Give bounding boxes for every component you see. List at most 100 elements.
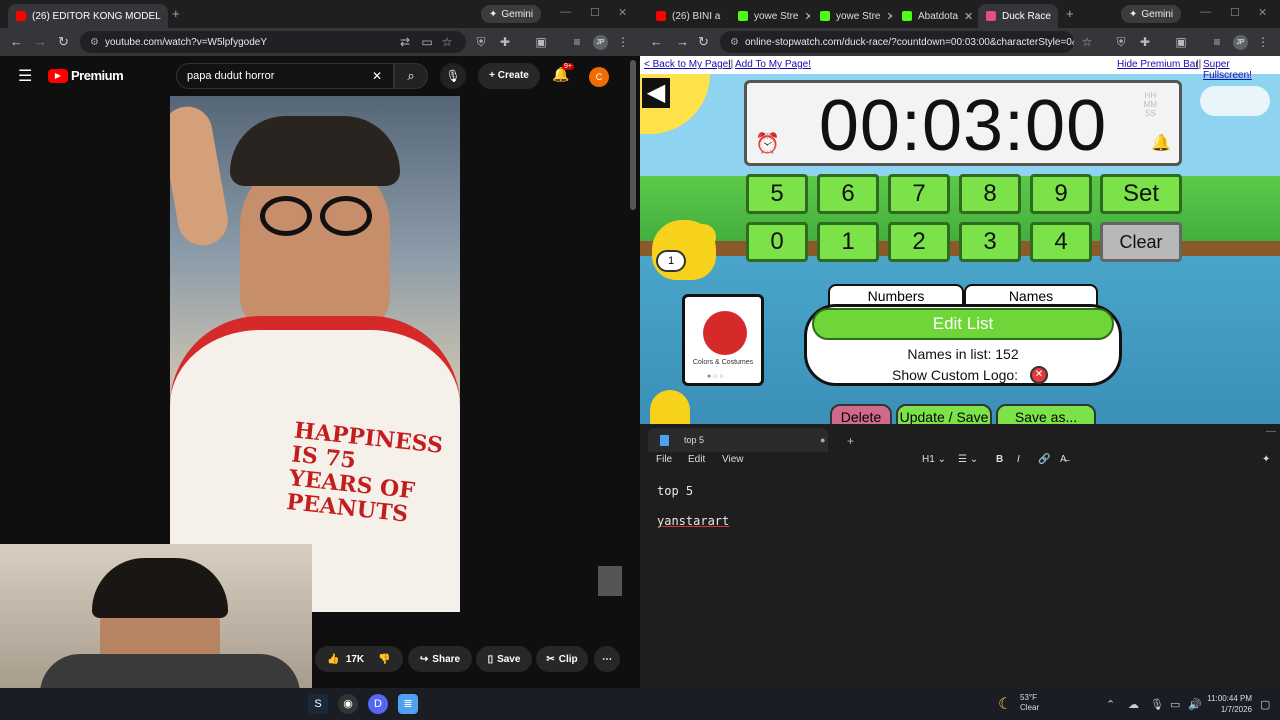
profile-avatar[interactable]: JP <box>1233 35 1248 50</box>
page-scrollbar[interactable] <box>630 60 636 210</box>
clock[interactable]: 11:00:44 PM 1/7/2026 <box>1206 693 1252 715</box>
edit-list-button[interactable]: Edit List <box>812 308 1114 340</box>
link-icon[interactable]: 🔗 <box>1038 454 1050 465</box>
menu-file[interactable]: File <box>656 454 672 465</box>
gemini-button[interactable]: ✦ Gemini <box>1121 5 1182 23</box>
delete-button[interactable]: Delete <box>830 404 892 424</box>
maximize-icon[interactable]: ☐ <box>590 6 600 19</box>
close-tab-icon[interactable]: ✕ <box>880 10 892 23</box>
tab-names[interactable]: Names <box>964 284 1098 306</box>
clear-button[interactable]: Clear <box>1100 222 1182 262</box>
key-9[interactable]: 9 <box>1030 174 1092 214</box>
discord-icon[interactable]: D <box>368 694 388 714</box>
notepad-line-2[interactable]: yanstarart <box>657 514 729 528</box>
custom-logo-toggle-icon[interactable]: ✕ <box>1030 366 1048 384</box>
profile-avatar[interactable]: JP <box>593 35 608 50</box>
share-button[interactable]: ↪ Share <box>408 646 472 672</box>
new-tab-icon[interactable]: + <box>847 434 854 448</box>
key-2[interactable]: 2 <box>888 222 950 262</box>
weather-widget[interactable]: 53°F Clear <box>1020 693 1039 713</box>
key-0[interactable]: 0 <box>746 222 808 262</box>
network-icon[interactable]: ▭ <box>1170 698 1180 711</box>
key-5[interactable]: 5 <box>746 174 808 214</box>
tab-duck-race[interactable]: Duck Race✕ <box>978 4 1058 28</box>
tab-item[interactable]: yowe Stre ✕ <box>730 4 810 28</box>
bookmark-star-icon[interactable]: ☆ <box>440 35 454 49</box>
clear-search-icon[interactable]: ✕ <box>372 69 382 83</box>
youtube-search-input[interactable]: papa dudut horror <box>176 63 394 89</box>
close-tab-icon[interactable]: ✕ <box>1051 10 1058 23</box>
tab-item[interactable]: Abatdota ✕ <box>894 4 974 28</box>
back-icon[interactable]: ← <box>10 34 23 49</box>
notepad-tab[interactable]: top 5 ● <box>648 428 828 452</box>
youtube-logo[interactable]: ▶ Premium <box>48 68 124 83</box>
update-save-button[interactable]: Update / Save <box>896 404 992 424</box>
volume-icon[interactable]: 🔊 <box>1188 698 1202 711</box>
key-4[interactable]: 4 <box>1030 222 1092 262</box>
close-window-icon[interactable]: ✕ <box>618 6 627 19</box>
tab-numbers[interactable]: Numbers <box>828 284 964 306</box>
clip-button[interactable]: ✂ Clip <box>536 646 588 672</box>
maximize-icon[interactable]: ☐ <box>1230 6 1240 19</box>
steam-icon[interactable]: S <box>308 694 328 714</box>
clear-format-icon[interactable]: A̶ <box>1060 454 1067 465</box>
address-bar[interactable]: ⚙ online-stopwatch.com/duck-race/?countd… <box>720 31 1074 53</box>
close-tab-icon[interactable]: ✕ <box>720 10 728 23</box>
save-as-button[interactable]: Save as... <box>996 404 1096 424</box>
sidepanel-icon[interactable]: ▣ <box>534 35 548 49</box>
search-button[interactable]: ⌕ <box>394 63 428 89</box>
super-fullscreen-link[interactable]: Super Fullscreen! <box>1203 59 1280 81</box>
carousel-dots-icon[interactable]: ● ○ ○ <box>707 373 724 380</box>
heading-select[interactable]: H1 ⌄ <box>922 454 946 465</box>
create-button[interactable]: + Create <box>478 63 540 89</box>
minimize-icon[interactable]: — <box>1200 6 1211 18</box>
shield-icon[interactable]: ⛨ <box>1114 35 1128 49</box>
alarm-clock-icon[interactable]: ⏰ <box>755 131 780 156</box>
bold-icon[interactable]: B <box>996 454 1003 465</box>
media-icon[interactable]: ≡ <box>570 35 584 49</box>
sidepanel-icon[interactable]: ▣ <box>1174 35 1188 49</box>
set-button[interactable]: Set <box>1100 174 1182 214</box>
onedrive-icon[interactable]: ☁ <box>1128 698 1139 711</box>
close-tab-icon[interactable]: ✕ <box>798 10 810 23</box>
video-player[interactable]: HAPPINESS IS 75 YEARS OF PEANUTS <box>170 96 460 612</box>
list-icon[interactable]: ☰ ⌄ <box>958 454 978 465</box>
key-8[interactable]: 8 <box>959 174 1021 214</box>
like-icon[interactable]: 👍 <box>327 654 339 665</box>
key-1[interactable]: 1 <box>817 222 879 262</box>
new-tab-icon[interactable]: + <box>172 6 180 21</box>
media-icon[interactable]: ≡ <box>1210 35 1224 49</box>
bookmark-star-icon[interactable]: ☆ <box>1080 35 1094 49</box>
tab-item[interactable]: (26) BINI a✕ <box>648 4 728 28</box>
colors-costumes-card[interactable]: Colors & Costumes ● ○ ○ <box>682 294 764 386</box>
menu-kebab-icon[interactable]: ⋮ <box>1256 35 1270 49</box>
sound-icon[interactable]: 🔔 <box>1151 133 1171 153</box>
close-window-icon[interactable]: ✕ <box>1258 6 1267 19</box>
translate-icon[interactable]: ⇄ <box>398 35 412 49</box>
channel-watermark-icon[interactable] <box>598 566 622 596</box>
extensions-icon[interactable]: ✚ <box>498 35 512 49</box>
key-3[interactable]: 3 <box>959 222 1021 262</box>
shield-icon[interactable]: ⛨ <box>474 35 488 49</box>
back-to-my-page-link[interactable]: < Back to My Page! <box>644 59 731 70</box>
close-tab-icon[interactable]: ✕ <box>161 10 168 23</box>
notification-icon[interactable]: ▢ <box>1260 698 1270 711</box>
dislike-icon[interactable]: 👎 <box>378 654 390 665</box>
italic-icon[interactable]: I <box>1017 454 1020 465</box>
reload-icon[interactable]: ↻ <box>58 34 69 50</box>
minimize-icon[interactable]: — <box>560 6 571 18</box>
menu-edit[interactable]: Edit <box>688 454 705 465</box>
key-7[interactable]: 7 <box>888 174 950 214</box>
key-6[interactable]: 6 <box>817 174 879 214</box>
voice-search-icon[interactable]: 🎙 <box>440 63 466 89</box>
hamburger-menu-icon[interactable]: ☰ <box>18 66 32 86</box>
back-arrow-icon[interactable]: ◀ <box>642 78 670 108</box>
tab-youtube[interactable]: (26) EDITOR KONG MODEL ✕ <box>8 4 168 28</box>
tab-item[interactable]: yowe Stre ✕ <box>812 4 892 28</box>
mic-icon[interactable]: 🎙 <box>1150 698 1164 711</box>
save-button[interactable]: ▯ Save <box>476 646 532 672</box>
reload-icon[interactable]: ↻ <box>698 34 709 50</box>
notepad-taskbar-icon[interactable]: ≣ <box>398 694 418 714</box>
user-avatar[interactable]: C <box>589 67 609 87</box>
cast-icon[interactable]: ▭ <box>420 35 434 49</box>
